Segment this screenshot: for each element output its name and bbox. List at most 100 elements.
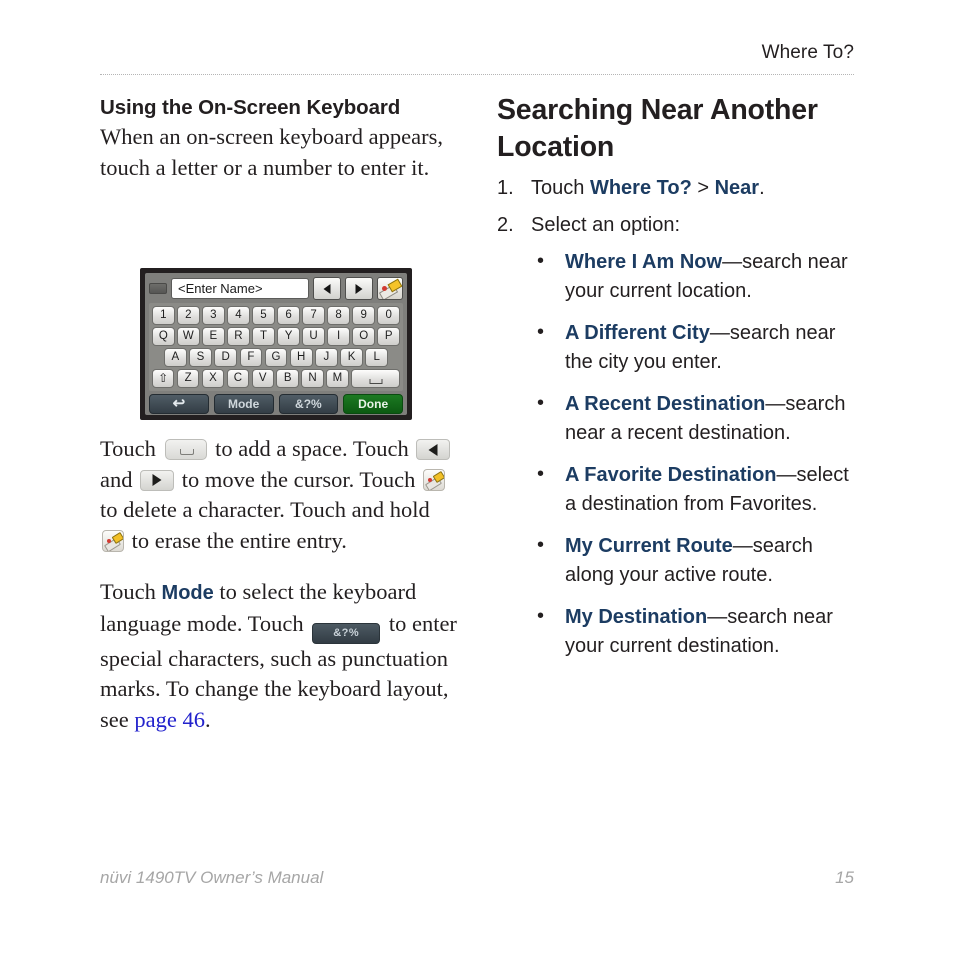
arrow-left-icon[interactable] bbox=[313, 277, 341, 300]
key[interactable]: T bbox=[252, 327, 275, 346]
para2-text-2: to add a space. Touch bbox=[209, 436, 415, 461]
mode-paragraph: Touch Mode to select the keyboard langua… bbox=[100, 577, 460, 735]
key[interactable]: J bbox=[315, 348, 338, 367]
key[interactable]: Q bbox=[152, 327, 175, 346]
key[interactable]: 8 bbox=[327, 306, 350, 325]
list-item: • Where I Am Now—search near your current… bbox=[531, 248, 857, 305]
bullet-icon: • bbox=[537, 321, 545, 343]
option-name: A Different City bbox=[565, 322, 710, 344]
key[interactable]: 1 bbox=[152, 306, 175, 325]
list-item: • A Recent Destination—search near a rece… bbox=[531, 390, 857, 447]
key[interactable]: S bbox=[189, 348, 212, 367]
eraser-dot bbox=[427, 477, 432, 482]
keyboard-key-area: 1 2 3 4 5 6 7 8 9 0 Q W E R T Y U I O P … bbox=[149, 303, 403, 391]
step-number: 2. bbox=[497, 214, 514, 236]
para2-text-3: and bbox=[100, 466, 139, 492]
option-name: A Favorite Destination bbox=[565, 464, 777, 486]
key[interactable]: Z bbox=[176, 369, 200, 388]
step-pre-text: Touch bbox=[531, 177, 590, 199]
eraser-tip bbox=[111, 531, 123, 544]
para3-text-4: . bbox=[204, 706, 211, 732]
key[interactable]: F bbox=[239, 348, 263, 367]
key[interactable]: P bbox=[377, 327, 400, 346]
step-item-2: 2. Select an option: • Where I Am Now—sear… bbox=[497, 211, 857, 660]
left-column: Using the On-Screen Keyboard When an on-… bbox=[100, 94, 455, 183]
keyboard-row-qwerty: Q W E R T Y U I O P bbox=[152, 327, 400, 346]
right-section-heading: Searching Near Another Location bbox=[497, 94, 818, 163]
header-title: Where To? bbox=[761, 42, 854, 63]
key[interactable]: N bbox=[301, 369, 324, 388]
page-46-link[interactable]: page 46 bbox=[134, 707, 205, 732]
arrow-left-icon bbox=[416, 439, 451, 460]
key[interactable]: K bbox=[340, 348, 363, 367]
para2-text-4: to move the cursor. Touch bbox=[176, 466, 421, 492]
key[interactable]: L bbox=[365, 348, 389, 367]
keyboard-entry-field[interactable]: <Enter Name> bbox=[171, 278, 309, 299]
step-number: 1. bbox=[497, 177, 514, 199]
list-item: • A Different City—search near the city y… bbox=[531, 319, 857, 376]
key[interactable]: 9 bbox=[352, 306, 375, 325]
key[interactable]: M bbox=[326, 369, 349, 388]
key[interactable]: A bbox=[163, 348, 187, 367]
key[interactable]: H bbox=[289, 348, 313, 367]
option-name: My Destination bbox=[565, 606, 708, 628]
key[interactable]: C bbox=[226, 369, 250, 388]
key[interactable]: 2 bbox=[177, 306, 200, 325]
eraser-dot bbox=[107, 538, 111, 543]
shift-icon[interactable] bbox=[152, 369, 175, 388]
onscreen-keyboard-figure: <Enter Name> 1 2 3 4 5 6 7 8 9 0 Q W E R… bbox=[140, 268, 412, 420]
mode-button[interactable]: Mode bbox=[213, 394, 274, 414]
bullet-icon: • bbox=[537, 534, 545, 556]
keyboard-row-bottom: Z X C V B N M bbox=[152, 369, 401, 388]
back-arrow-icon[interactable] bbox=[149, 394, 209, 414]
page-header: Where To? bbox=[100, 42, 854, 64]
bullet-icon: • bbox=[537, 605, 545, 627]
list-item: • A Favorite Destination—select a destina… bbox=[531, 461, 857, 518]
keyboard-tab-icon bbox=[149, 283, 167, 294]
left-intro-paragraph: When an on-screen keyboard appears, touc… bbox=[100, 124, 443, 180]
eraser-icon[interactable] bbox=[377, 277, 403, 300]
arrow-right-icon bbox=[140, 469, 175, 491]
key[interactable]: R bbox=[227, 327, 250, 346]
key[interactable]: B bbox=[276, 369, 299, 388]
keyboard-top-bar: <Enter Name> bbox=[149, 277, 403, 300]
eraser-icon bbox=[102, 529, 124, 552]
near-label: Near bbox=[714, 177, 760, 199]
bullet-icon: • bbox=[537, 392, 545, 414]
key[interactable]: U bbox=[302, 327, 325, 346]
space-icon[interactable] bbox=[351, 369, 401, 388]
where-to-label: Where To? bbox=[589, 177, 692, 199]
arrow-right-icon[interactable] bbox=[345, 277, 373, 300]
option-name: Where I Am Now bbox=[565, 251, 723, 273]
step-post-text: . bbox=[759, 177, 765, 199]
done-button[interactable]: Done bbox=[343, 394, 403, 414]
key[interactable]: V bbox=[251, 369, 274, 388]
right-column: Searching Near Another Location 1. Touch … bbox=[497, 92, 857, 674]
para2-text-5: to delete a character. Touch and hold bbox=[100, 497, 430, 522]
key[interactable]: W bbox=[177, 327, 200, 346]
key[interactable]: Y bbox=[277, 327, 300, 346]
keyboard-body: <Enter Name> 1 2 3 4 5 6 7 8 9 0 Q W E R… bbox=[145, 273, 407, 415]
key[interactable]: X bbox=[201, 369, 225, 388]
key[interactable]: 4 bbox=[227, 306, 250, 325]
symbols-chip: &?% bbox=[312, 622, 381, 644]
key[interactable]: 3 bbox=[202, 306, 225, 325]
keyboard-row-numbers: 1 2 3 4 5 6 7 8 9 0 bbox=[152, 306, 400, 325]
key[interactable]: 7 bbox=[302, 306, 325, 325]
para3-text-1: Touch bbox=[100, 579, 162, 604]
key[interactable]: G bbox=[264, 348, 288, 367]
key[interactable]: D bbox=[214, 348, 237, 367]
left-section-heading: Using the On-Screen Keyboard bbox=[100, 96, 401, 119]
symbols-button[interactable]: &?% bbox=[278, 394, 339, 414]
option-name: A Recent Destination bbox=[565, 393, 766, 415]
page-footer: nüvi 1490TV Owner’s Manual 15 bbox=[100, 868, 854, 888]
key[interactable]: I bbox=[327, 327, 350, 346]
key[interactable]: 5 bbox=[252, 306, 275, 325]
space-icon bbox=[164, 439, 207, 460]
footer-page-number: 15 bbox=[835, 868, 854, 887]
key[interactable]: 0 bbox=[377, 306, 400, 325]
key[interactable]: 6 bbox=[277, 306, 300, 325]
key[interactable]: E bbox=[202, 327, 225, 346]
option-name: My Current Route bbox=[565, 535, 733, 557]
key[interactable]: O bbox=[352, 327, 375, 346]
